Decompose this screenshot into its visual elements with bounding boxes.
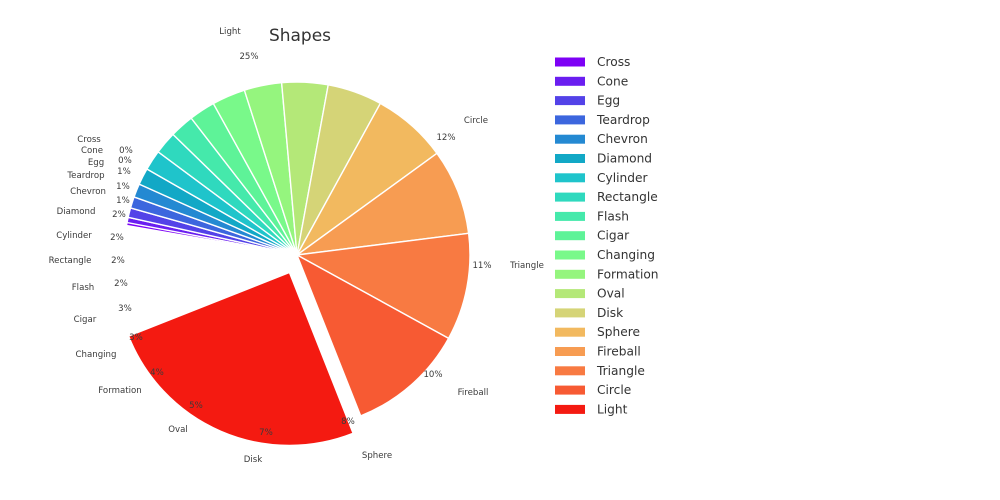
legend-label-fireball: Fireball (597, 345, 641, 359)
pie-category-label-cigar: Cigar (74, 315, 97, 325)
pie-percent-label-circle: 12% (436, 133, 455, 143)
legend-swatch-oval (555, 289, 585, 299)
legend-swatch-diamond (555, 154, 585, 163)
legend-label-cross: Cross (597, 55, 630, 69)
legend-label-rectangle: Rectangle (597, 190, 658, 204)
legend-label-formation: Formation (597, 267, 659, 281)
legend-swatch-formation (555, 269, 585, 279)
legend-label-diamond: Diamond (597, 152, 652, 166)
pie-category-label-light: Light (219, 27, 241, 37)
pie-percent-label-triangle: 11% (472, 261, 491, 271)
legend-label-triangle: Triangle (596, 364, 645, 378)
legend-label-changing: Changing (597, 248, 655, 262)
legend-swatch-chevron (555, 134, 585, 144)
legend-swatch-cylinder (555, 173, 585, 183)
legend-label-sphere: Sphere (597, 325, 640, 339)
pie-category-label-egg: Egg (88, 158, 104, 168)
legend-swatch-light (555, 404, 585, 414)
pie-percent-label-diamond: 2% (112, 210, 126, 220)
pie-percent-label-fireball: 10% (423, 370, 442, 380)
pie-category-label-rectangle: Rectangle (49, 256, 92, 266)
legend-label-oval: Oval (597, 287, 625, 301)
pie-category-label-chevron: Chevron (70, 187, 106, 197)
legend-label-teardrop: Teardrop (596, 113, 650, 127)
legend-label-light: Light (597, 402, 628, 416)
pie-category-label-sphere: Sphere (362, 451, 392, 461)
legend-label-egg: Egg (597, 94, 620, 108)
pie-category-label-cone: Cone (81, 146, 103, 156)
pie-percent-label-flash: 2% (114, 279, 128, 289)
pie-percent-label-chevron: 1% (116, 196, 130, 206)
legend-label-disk: Disk (597, 306, 624, 320)
legend-swatch-disk (555, 308, 585, 318)
pie-percent-label-cylinder: 2% (110, 233, 124, 243)
pie-category-label-circle: Circle (464, 116, 488, 126)
legend-swatch-teardrop (555, 115, 585, 125)
pie-percent-label-light: 25% (239, 52, 258, 62)
pie-category-label-cross: Cross (77, 135, 101, 145)
legend-swatch-egg (555, 96, 585, 106)
legend-label-flash: Flash (597, 209, 629, 223)
legend-swatch-changing (555, 250, 585, 260)
pie-percent-label-egg: 1% (117, 167, 131, 177)
legend-swatch-rectangle (555, 192, 585, 202)
pie-category-label-triangle: Triangle (509, 261, 544, 271)
chart-background (0, 0, 1000, 500)
pie-category-label-changing: Changing (76, 350, 117, 360)
pie-percent-label-sphere: 8% (341, 417, 355, 427)
page-title: Shapes (269, 26, 331, 46)
pie-percent-label-oval: 5% (189, 401, 203, 411)
legend-swatch-sphere (555, 327, 585, 337)
pie-category-label-flash: Flash (72, 283, 95, 293)
legend-label-chevron: Chevron (597, 132, 648, 146)
pie-category-label-formation: Formation (98, 386, 141, 396)
pie-percent-label-rectangle: 2% (111, 256, 125, 266)
pie-chart-figure: 0% 0% 1% 1% 1% 2% 2% 2% 2% 3% 3% 4% 5% 7% 8% 10% 11% 12% 2… (0, 0, 1000, 500)
pie-category-label-teardrop: Teardrop (66, 171, 104, 181)
legend-swatch-triangle (555, 366, 585, 376)
pie-percent-label-teardrop: 1% (116, 182, 130, 192)
pie-category-label-disk: Disk (244, 455, 262, 465)
pie-percent-label-formation: 4% (150, 368, 164, 378)
pie-percent-label-cigar: 3% (118, 304, 132, 314)
legend-label-circle: Circle (597, 383, 631, 397)
legend-label-cigar: Cigar (597, 229, 630, 243)
legend-swatch-circle (555, 385, 585, 395)
legend-swatch-cone (555, 76, 585, 86)
pie-category-label-oval: Oval (168, 425, 188, 435)
pie-category-label-cylinder: Cylinder (56, 231, 92, 241)
pie-percent-label-cone: 0% (118, 156, 132, 166)
pie-percent-label-disk: 7% (259, 428, 273, 438)
legend-swatch-fireball (555, 347, 585, 356)
legend-swatch-cross (555, 57, 585, 67)
pie-percent-label-changing: 3% (129, 333, 143, 343)
pie-category-label-fireball: Fireball (458, 388, 489, 398)
legend-label-cylinder: Cylinder (597, 171, 648, 185)
pie-category-label-diamond: Diamond (57, 207, 96, 217)
legend-swatch-cigar (555, 231, 585, 241)
pie-percent-label-cross: 0% (119, 146, 133, 156)
chart-canvas: 0%0%1%1%1%2%2%2%2%3%3%4%5%7%8%10%11%12%2… (0, 0, 1000, 500)
legend-swatch-flash (555, 211, 585, 221)
legend-label-cone: Cone (597, 74, 628, 88)
